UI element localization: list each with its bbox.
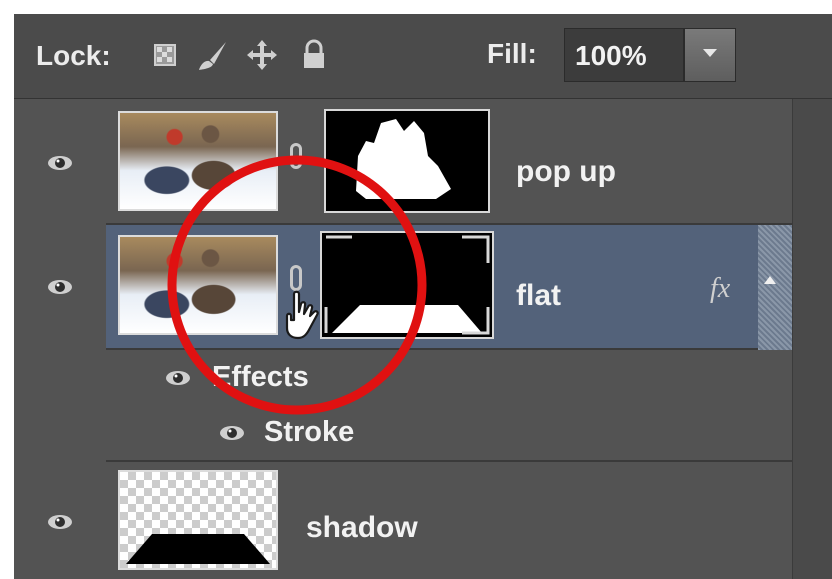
layer-row-pop-up[interactable]: pop up — [106, 99, 792, 225]
layer-thumbnail — [118, 470, 278, 570]
layer-name[interactable]: pop up — [516, 155, 616, 189]
effect-stroke-label[interactable]: Stroke — [264, 416, 354, 449]
fill-input[interactable]: 100% — [564, 28, 684, 82]
chain-link-icon[interactable] — [290, 265, 302, 291]
fill-dropdown-button[interactable] — [684, 28, 736, 82]
lock-all-icon[interactable] — [297, 38, 331, 72]
hand-cursor-icon — [285, 290, 319, 340]
chain-link-icon[interactable] — [290, 143, 302, 169]
layer-row-flat[interactable]: flat fx — [106, 225, 792, 350]
lock-transparent-pixels-icon[interactable] — [148, 38, 182, 72]
layer-thumbnail — [118, 111, 278, 211]
layer-thumbnail — [118, 235, 278, 335]
eye-icon[interactable] — [219, 424, 245, 442]
lock-image-pixels-icon[interactable] — [196, 38, 230, 72]
lock-label: Lock: — [36, 40, 111, 71]
layer-mask-thumbnail[interactable] — [324, 109, 490, 213]
layer-name[interactable]: shadow — [306, 511, 418, 545]
layer-mask-thumbnail[interactable] — [320, 231, 494, 339]
lock-bar: Lock: Fill: 100% — [14, 14, 832, 99]
scroll-up-arrow-icon[interactable] — [764, 276, 776, 284]
eye-icon[interactable] — [165, 369, 191, 387]
chevron-down-icon — [703, 49, 717, 57]
fx-icon[interactable]: fx — [710, 273, 730, 305]
eye-icon[interactable] — [47, 278, 73, 296]
eye-icon[interactable] — [47, 154, 73, 172]
scrollbar-thumb[interactable] — [758, 225, 792, 350]
layer-row-shadow[interactable]: shadow — [106, 462, 792, 579]
scrollbar[interactable] — [792, 99, 832, 579]
eye-icon[interactable] — [47, 513, 73, 531]
layers-panel: Lock: Fill: 100% pop up flat fx Effects … — [14, 14, 832, 579]
layer-name[interactable]: flat — [516, 279, 561, 313]
lock-position-icon[interactable] — [245, 38, 279, 72]
effects-group — [106, 350, 792, 462]
fill-label: Fill: — [487, 38, 537, 69]
effects-label[interactable]: Effects — [212, 361, 309, 394]
